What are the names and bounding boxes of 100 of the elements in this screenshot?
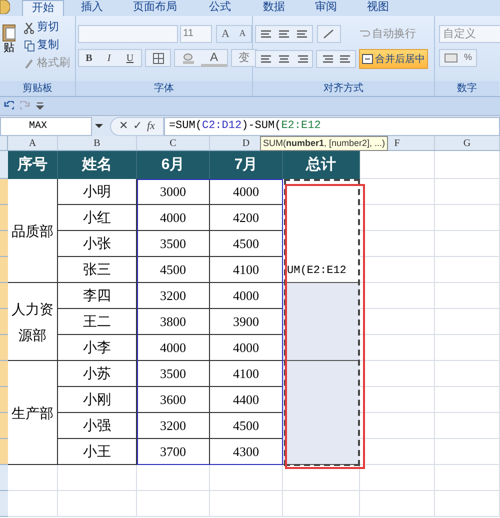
underline-button[interactable]: U: [119, 50, 141, 66]
row-header[interactable]: [0, 283, 8, 309]
italic-button[interactable]: I: [99, 50, 119, 66]
borders-button[interactable]: [145, 49, 171, 67]
ribbon-tab[interactable]: 插入: [72, 0, 112, 16]
empty-cell[interactable]: [435, 309, 500, 335]
empty-cell[interactable]: [58, 465, 137, 491]
cancel-button[interactable]: ✕: [119, 118, 128, 134]
empty-cell[interactable]: [360, 491, 435, 517]
row-header[interactable]: [0, 309, 8, 335]
empty-cell[interactable]: [435, 205, 500, 231]
empty-cell[interactable]: [360, 283, 435, 309]
merge-icon[interactable]: [362, 54, 373, 64]
empty-cell[interactable]: [435, 361, 500, 387]
diagonal-text-icon[interactable]: [323, 29, 335, 39]
ribbon-tab[interactable]: 公式: [200, 0, 240, 16]
empty-cell[interactable]: [435, 179, 500, 205]
decrease-indent-icon[interactable]: [321, 54, 333, 64]
empty-cell[interactable]: [137, 491, 210, 517]
row-header[interactable]: [0, 361, 8, 387]
empty-cell[interactable]: [360, 257, 435, 283]
percent-button[interactable]: %: [464, 51, 472, 65]
empty-cell[interactable]: [435, 465, 500, 491]
align-left-icon[interactable]: [260, 54, 272, 64]
bold-button[interactable]: B: [79, 50, 99, 66]
align-right-icon[interactable]: [296, 54, 308, 64]
empty-cell[interactable]: [360, 387, 435, 413]
empty-cell[interactable]: [58, 491, 137, 517]
increase-indent-icon[interactable]: [339, 54, 351, 64]
row-header[interactable]: [0, 387, 8, 413]
empty-cell[interactable]: [210, 465, 283, 491]
empty-cell[interactable]: [360, 335, 435, 361]
grow-font-button[interactable]: A: [217, 26, 234, 42]
empty-cell[interactable]: [283, 491, 360, 517]
undo-icon[interactable]: [4, 101, 14, 111]
row-header[interactable]: [0, 257, 8, 283]
row-header[interactable]: [0, 205, 8, 231]
column-header[interactable]: C: [137, 136, 210, 150]
empty-cell[interactable]: [283, 465, 360, 491]
clipboard-button[interactable]: 剪切: [24, 19, 70, 35]
clipboard-button[interactable]: 复制: [24, 37, 70, 53]
empty-cell[interactable]: [435, 439, 500, 465]
paste-button[interactable]: 贴: [0, 22, 18, 54]
column-header[interactable]: B: [58, 136, 137, 150]
empty-cell[interactable]: [435, 257, 500, 283]
align-middle-icon[interactable]: [278, 29, 290, 39]
row-header[interactable]: [0, 231, 8, 257]
font-name-field[interactable]: [78, 25, 178, 43]
formula-field[interactable]: =SUM(C2:D12)-SUM(E2:E12: [164, 116, 500, 136]
redo-icon[interactable]: [20, 101, 30, 111]
font-size-field[interactable]: 11: [180, 25, 212, 43]
empty-cell[interactable]: [435, 413, 500, 439]
align-bottom-icon[interactable]: [296, 29, 308, 39]
name-box-field[interactable]: MAX: [0, 116, 92, 136]
ribbon-tab[interactable]: 视图: [358, 0, 398, 16]
empty-cell[interactable]: [360, 205, 435, 231]
column-header[interactable]: G: [435, 136, 500, 150]
row-header[interactable]: [0, 179, 8, 205]
row-header[interactable]: [0, 413, 8, 439]
row-header[interactable]: [0, 335, 8, 361]
clipboard-icon[interactable]: [2, 22, 16, 42]
office-button-icon[interactable]: [0, 0, 10, 14]
empty-cell[interactable]: [360, 361, 435, 387]
empty-cell[interactable]: [360, 179, 435, 205]
enter-button[interactable]: ✓: [133, 118, 142, 134]
currency-icon[interactable]: [444, 53, 458, 63]
empty-cell[interactable]: [360, 309, 435, 335]
empty-cell[interactable]: [210, 491, 283, 517]
paint-bucket-icon[interactable]: [182, 52, 194, 64]
ribbon-tab[interactable]: 数据: [254, 0, 294, 16]
empty-cell[interactable]: [435, 387, 500, 413]
column-header[interactable]: A: [8, 136, 58, 150]
row-header[interactable]: [0, 465, 8, 491]
empty-cell[interactable]: [137, 465, 210, 491]
grid-icon[interactable]: [152, 52, 164, 64]
empty-cell[interactable]: [435, 151, 500, 179]
empty-cell[interactable]: [360, 231, 435, 257]
empty-cell[interactable]: [435, 491, 500, 517]
ribbon-tab[interactable]: 审阅: [306, 0, 346, 16]
align-center-icon[interactable]: [278, 54, 290, 64]
orientation-button[interactable]: [317, 25, 341, 43]
align-top-icon[interactable]: [260, 29, 272, 39]
empty-cell[interactable]: [360, 439, 435, 465]
ribbon-tab[interactable]: 页面布局: [124, 0, 186, 16]
empty-cell[interactable]: [435, 231, 500, 257]
empty-cell[interactable]: [435, 335, 500, 361]
phonetic-button[interactable]: 变: [231, 49, 257, 67]
empty-cell[interactable]: [435, 283, 500, 309]
customize-arrow-icon[interactable]: [36, 102, 44, 110]
copy-icon[interactable]: [24, 38, 35, 52]
row-header[interactable]: [0, 491, 8, 517]
merge-center-button[interactable]: 合并后居中: [359, 49, 428, 69]
scissors-icon[interactable]: [24, 20, 35, 34]
row-header[interactable]: [0, 439, 8, 465]
ribbon-tab[interactable]: 开始: [22, 0, 64, 16]
empty-cell[interactable]: [360, 465, 435, 491]
empty-cell[interactable]: [360, 413, 435, 439]
shrink-font-button[interactable]: A: [234, 26, 251, 42]
row-header[interactable]: [0, 151, 8, 179]
insert-function-button[interactable]: fx: [147, 118, 155, 134]
